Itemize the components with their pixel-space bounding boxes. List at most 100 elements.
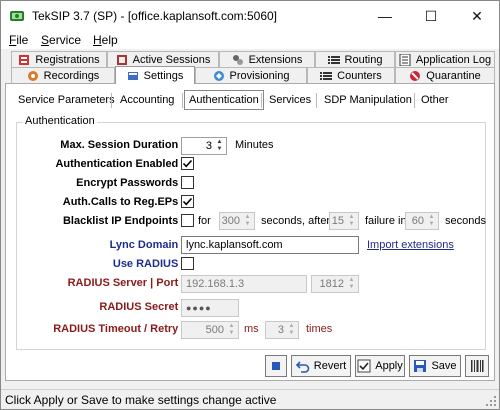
radius-server-input[interactable]: 192.168.1.3 [181,275,307,293]
tab-routing[interactable]: Routing [315,51,395,67]
main-window: TekSIP 3.7 (SP) - [office.kaplansoft.com… [0,0,500,410]
blacklist-seconds-after-text: seconds, after [261,215,331,227]
blacklist-failure-stepper[interactable]: 15 ▲ ▼ [329,212,359,230]
tab-provisioning[interactable]: Provisioning [195,67,307,83]
maximize-button[interactable]: ☐ [408,1,454,31]
tab-application-log[interactable]: Application Log [395,51,495,67]
blacklist-failure-in-text: failure in [365,215,407,227]
encrypt-passwords-label: Encrypt Passwords : [76,177,185,189]
settings-panel: Service Parameters Accounting Authentica… [5,83,495,381]
apply-button[interactable]: Apply [355,355,405,377]
subtab-sdp-manipulation[interactable]: SDP Manipulation [322,90,414,110]
close-button[interactable]: ✕ [454,1,500,31]
spin-buttons[interactable]: ▲ ▼ [286,323,297,337]
lync-domain-label: Lync Domain : [109,239,185,251]
apply-check-icon [357,359,371,373]
revert-button[interactable]: Revert [291,355,351,377]
window-title: TekSIP 3.7 (SP) - [office.kaplansoft.com… [32,9,278,23]
tab-recordings[interactable]: Recordings [11,67,115,83]
tab-active-sessions[interactable]: Active Sessions [107,51,219,67]
subtab-accounting[interactable]: Accounting [118,90,176,110]
radius-timeout-stepper[interactable]: 500 ▲ ▼ [181,321,239,339]
spin-buttons[interactable]: ▲ ▼ [346,277,357,291]
app-icon [10,11,24,21]
subtab-service-parameters[interactable]: Service Parameters [16,90,117,110]
stop-icon [272,362,280,370]
radius-server-label: RADIUS Server | Port : [67,277,185,289]
spin-buttons[interactable]: ▲ ▼ [242,214,253,228]
radius-secret-input[interactable]: ●●●● [181,299,239,317]
tab-counters[interactable]: Counters [307,67,395,83]
radius-retry-stepper[interactable]: 3 ▲ ▼ [265,321,299,339]
extensions-icon [232,54,243,65]
times-unit: times [306,323,333,335]
spin-buttons[interactable]: ▲ ▼ [346,214,357,228]
authentication-group: Authentication Max. Session Duration : A… [16,115,486,350]
blacklist-window-stepper[interactable]: 60 ▲ ▼ [405,212,439,230]
auth-calls-label: Auth.Calls to Reg.EPs : [62,196,185,208]
auth-enabled-checkbox[interactable] [181,157,194,170]
check-icon [182,159,193,168]
menu-bar: File Service Help [1,31,499,49]
menu-file[interactable]: File [9,33,28,47]
blacklist-for-text: for [198,215,211,227]
use-radius-label: Use RADIUS : [112,258,185,270]
max-session-label: Max. Session Duration : [60,139,185,151]
counters-icon [320,71,333,80]
active-sessions-icon [116,54,127,65]
tab-row-1: Registrations Active Sessions Extensions… [3,51,497,67]
blacklist-seconds-text: seconds [445,215,486,227]
tab-row-2: Recordings Settings Provisioning Counter… [3,66,497,84]
save-button[interactable]: Save [409,355,461,377]
revert-icon [295,361,310,373]
lync-domain-input[interactable]: lync.kaplansoft.com [181,236,359,254]
settings-icon [127,71,138,80]
barcode-icon [471,360,484,372]
barcode-button[interactable] [465,355,489,377]
import-extensions-link[interactable]: Import extensions [367,239,454,251]
save-icon [414,360,427,372]
application-log-icon [399,53,411,66]
resize-grip-icon[interactable] [485,395,497,407]
menu-service[interactable]: Service [41,33,81,47]
ms-unit: ms [244,323,259,335]
tab-registrations[interactable]: Registrations [11,51,107,67]
minutes-unit: Minutes [235,139,274,151]
radius-port-stepper[interactable]: 1812 ▲ ▼ [311,275,359,293]
radius-timeout-label: RADIUS Timeout / Retry : [53,323,185,335]
subtab-other[interactable]: Other [419,90,451,110]
tab-quarantine[interactable]: Quarantine [395,67,495,83]
subtab-separator [182,93,183,108]
subtab-separator [414,93,415,108]
menu-help[interactable]: Help [93,33,118,47]
spin-buttons[interactable]: ▲ ▼ [214,139,225,153]
subtab-authentication[interactable]: Authentication [184,90,264,110]
provisioning-icon [213,70,224,81]
status-text: Click Apply or Save to make settings cha… [5,393,277,407]
stop-button[interactable] [265,355,287,377]
subtab-separator [111,93,112,108]
spin-buttons[interactable]: ▲ ▼ [226,323,237,337]
recordings-icon [27,70,38,81]
registrations-icon [19,54,30,65]
minimize-button[interactable]: — [362,1,408,31]
blacklist-seconds-stepper[interactable]: 300 ▲ ▼ [219,212,255,230]
encrypt-passwords-checkbox[interactable] [181,176,194,189]
use-radius-checkbox[interactable] [181,257,194,270]
status-bar: Click Apply or Save to make settings cha… [1,389,499,409]
subtab-services[interactable]: Services [267,90,313,110]
routing-icon [327,55,340,64]
radius-secret-label: RADIUS Secret : [99,301,185,313]
auth-calls-checkbox[interactable] [181,195,194,208]
blacklist-checkbox[interactable] [181,214,194,227]
tab-extensions[interactable]: Extensions [219,51,315,67]
title-bar: TekSIP 3.7 (SP) - [office.kaplansoft.com… [1,1,499,31]
subtab-separator [261,93,262,108]
quarantine-icon [410,70,421,81]
tab-settings[interactable]: Settings [115,66,195,84]
max-session-stepper[interactable]: 3 ▲ ▼ [181,137,227,155]
blacklist-label: Blacklist IP Endpoints : [62,215,185,227]
auth-enabled-label: Authentication Enabled : [55,158,185,170]
spin-buttons[interactable]: ▲ ▼ [426,214,437,228]
label-column: Max. Session Duration : Authentication E… [27,123,185,349]
